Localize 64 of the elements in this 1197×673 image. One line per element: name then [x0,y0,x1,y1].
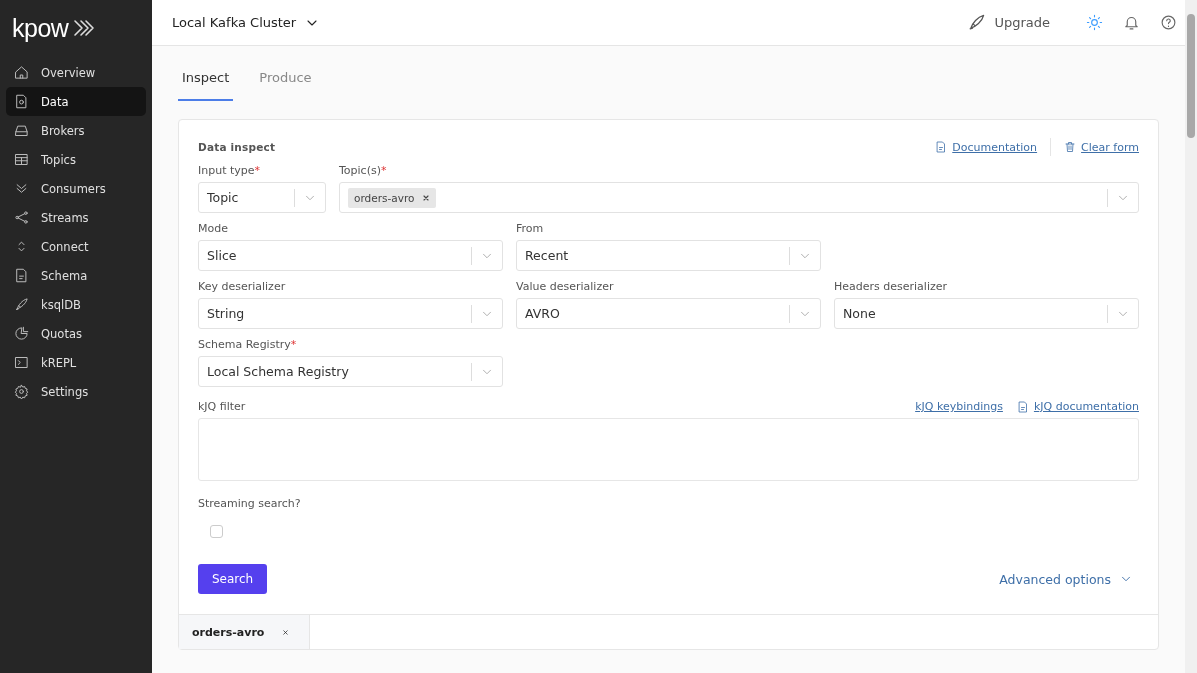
document-icon [935,141,948,153]
field-label: Input type* [198,164,262,177]
settings-icon [14,384,29,399]
share-icon [14,210,29,225]
checkbox[interactable] [210,525,223,538]
terminal-icon [14,355,29,370]
cluster-selector[interactable]: Local Kafka Cluster [172,14,321,31]
dropdown[interactable]: Recent [516,240,821,271]
field-label: kJQ filter [198,400,247,413]
link[interactable]: Clear form [1064,140,1139,154]
bell-icon [1123,14,1140,31]
advanced-options-toggle[interactable]: Advanced options [993,570,1139,588]
pie-chart-icon [14,326,29,341]
link[interactable]: kJQ keybindings [915,400,1003,413]
sidebar-item[interactable]: Topics [6,145,146,174]
dropdown[interactable]: Slice [198,240,503,271]
topics-select[interactable]: orders-avro [339,182,1139,213]
dropdown[interactable]: String [198,298,503,329]
dropdown[interactable]: Topic [198,182,326,213]
sidebar-item[interactable]: Connect [6,232,146,261]
scrollbar[interactable] [1185,0,1197,673]
field-label: From [516,222,545,235]
sidebar-item[interactable]: ksqlDB [6,290,146,319]
field-label: Headers deserializer [834,280,949,293]
field-label: Streaming search? [198,497,302,510]
sidebar-item[interactable]: Brokers [6,116,146,145]
table-icon [14,152,29,167]
link[interactable]: kJQ documentation [1016,400,1139,413]
double-chevron-icon [14,181,29,196]
topic-chip[interactable]: orders-avro [348,187,437,208]
sun-icon [1086,14,1103,31]
close-icon [282,628,290,636]
field-label: Key deserializer [198,280,287,293]
filter-input[interactable] [198,418,1139,481]
sidebar-item[interactable]: Streams [6,203,146,232]
dropdown[interactable]: AVRO [516,298,821,329]
sidebar-item[interactable]: Settings [6,377,146,406]
trash-icon [1064,141,1077,153]
close-icon [422,193,431,202]
sidebar-item[interactable]: kREPL [6,348,146,377]
drive-icon [14,123,29,138]
link[interactable]: Documentation [935,140,1038,154]
section-title: Data inspect [198,141,276,153]
sidebar-item[interactable]: Quotas [6,319,146,348]
sidebar-item[interactable]: Consumers [6,174,146,203]
sidebar-item[interactable]: Schema [6,261,146,290]
field-label: Schema Registry* [198,338,298,351]
search-button[interactable]: Search [198,564,268,594]
field-label: Value deserializer [516,280,615,293]
help-icon [1160,14,1177,31]
tab[interactable]: Inspect [178,58,234,101]
result-tab[interactable]: orders-avro [179,615,311,649]
dropdown[interactable]: Local Schema Registry [198,356,503,387]
home-icon [14,65,29,80]
document-icon [1016,400,1029,413]
field-label: Mode [198,222,229,235]
file-icon [14,268,29,283]
dropdown[interactable]: None [834,298,1139,329]
sidebar-item[interactable]: Overview [6,58,146,87]
sidebar-item[interactable]: Data [6,87,146,116]
upgrade-button[interactable]: Upgrade [961,12,1056,33]
document-icon [14,94,29,109]
logo: kpow [12,13,69,43]
field-label: Topic(s)* [339,164,388,177]
